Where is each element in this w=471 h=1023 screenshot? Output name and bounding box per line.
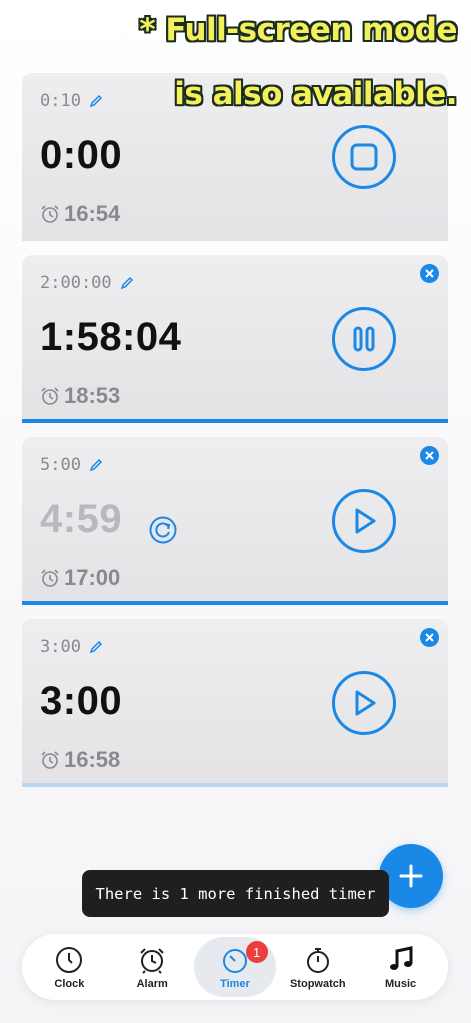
- end-time: 16:58: [40, 747, 120, 773]
- tab-clock[interactable]: Clock: [28, 937, 111, 997]
- toast-message: There is 1 more finished timer: [82, 870, 389, 917]
- set-time-label: 3:00: [40, 637, 81, 657]
- alarm-clock-icon: [41, 751, 59, 769]
- pencil-icon[interactable]: [120, 276, 134, 290]
- progress-fill: [22, 419, 448, 423]
- end-time: 16:54: [40, 201, 120, 227]
- stop-icon: [350, 143, 378, 171]
- timer-card[interactable]: 5:00 4:59 17:00: [22, 437, 448, 605]
- set-time[interactable]: 5:00: [40, 455, 103, 475]
- set-time[interactable]: 3:00: [40, 637, 103, 657]
- set-time[interactable]: 0:10: [40, 91, 103, 111]
- tab-label: Timer: [220, 977, 250, 990]
- set-time-label: 0:10: [40, 91, 81, 111]
- set-time-label: 2:00:00: [40, 273, 112, 293]
- stop-button[interactable]: [332, 125, 396, 189]
- reset-icon[interactable]: [148, 515, 178, 545]
- remaining-time: 1:58:04: [40, 315, 182, 359]
- progress-bar: [22, 419, 448, 423]
- close-icon[interactable]: [420, 446, 439, 465]
- close-icon[interactable]: [420, 264, 439, 283]
- pencil-icon[interactable]: [89, 458, 103, 472]
- remaining-time: 3:00: [40, 679, 123, 723]
- pause-icon: [353, 326, 375, 352]
- play-button[interactable]: [332, 489, 396, 553]
- end-time-label: 18:53: [64, 383, 121, 408]
- remaining-time: 4:59: [40, 497, 123, 541]
- promo-banner-line2: is also available.: [174, 76, 457, 112]
- play-icon: [355, 508, 376, 534]
- timer-card[interactable]: 3:00 3:00 16:58: [22, 619, 448, 787]
- end-time-label: 16:58: [64, 747, 121, 772]
- play-icon: [355, 690, 376, 716]
- promo-banner-line1: * Full-screen mode: [139, 12, 457, 48]
- tab-label: Stopwatch: [289, 977, 346, 990]
- pencil-icon[interactable]: [89, 640, 103, 654]
- progress-fill: [22, 601, 448, 605]
- set-time[interactable]: 2:00:00: [40, 273, 134, 293]
- alarm-clock-icon: [41, 205, 59, 223]
- stopwatch-icon: [303, 945, 333, 975]
- pause-button[interactable]: [332, 307, 396, 371]
- tab-stopwatch[interactable]: Stopwatch: [276, 937, 359, 997]
- tab-alarm[interactable]: Alarm: [111, 937, 194, 997]
- tab-music[interactable]: Music: [359, 937, 442, 997]
- tab-label: Alarm: [136, 977, 168, 990]
- progress-bar: [22, 601, 448, 605]
- end-time-label: 16:54: [64, 201, 121, 226]
- end-time: 18:53: [40, 383, 120, 409]
- notification-badge: 1: [245, 941, 268, 963]
- tab-bar: Clock Alarm Timer 1 Stopwatch Music: [22, 934, 448, 1000]
- alarm-clock-icon: [41, 387, 59, 405]
- tab-timer[interactable]: Timer 1: [193, 937, 277, 997]
- progress-bar: [22, 783, 448, 787]
- end-time: 17:00: [40, 565, 120, 591]
- pencil-icon[interactable]: [89, 94, 103, 108]
- clock-icon: [54, 945, 84, 975]
- tab-label: Music: [384, 977, 417, 990]
- end-time-label: 17:00: [64, 565, 121, 590]
- plus-icon: [399, 864, 423, 888]
- music-icon: [386, 945, 416, 975]
- play-button[interactable]: [332, 671, 396, 735]
- close-icon[interactable]: [420, 628, 439, 647]
- timer-card[interactable]: 2:00:00 1:58:04 18:53: [22, 255, 448, 423]
- tab-label: Clock: [54, 977, 85, 990]
- alarm-clock-icon: [41, 569, 59, 587]
- alarm-icon: [137, 945, 167, 975]
- set-time-label: 5:00: [40, 455, 81, 475]
- remaining-time: 0:00: [40, 133, 123, 177]
